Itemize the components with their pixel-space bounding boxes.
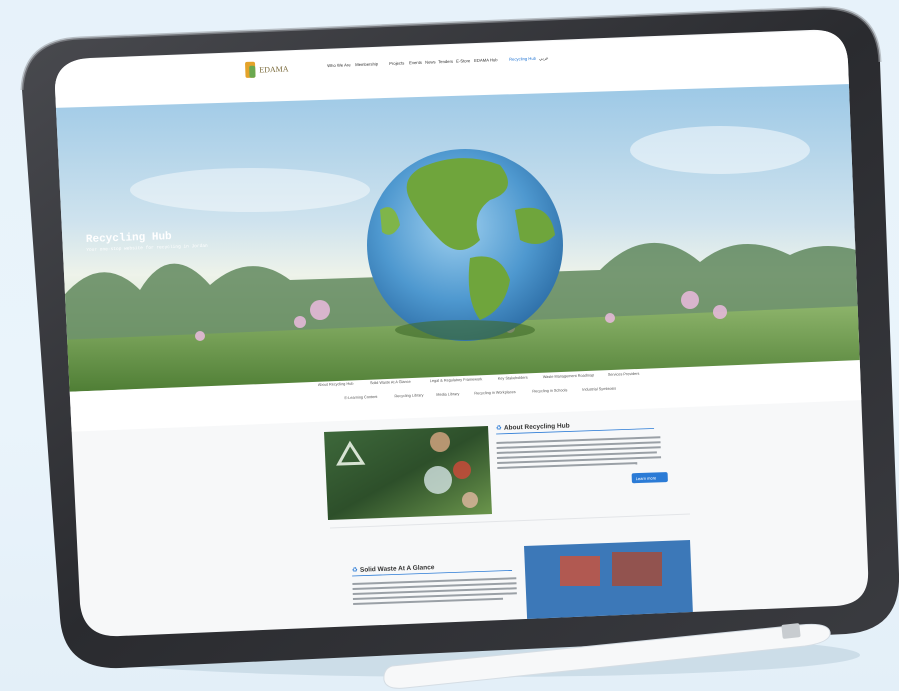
nav-item-edama-hub[interactable]: EDAMA Hub <box>474 57 498 63</box>
nav-item-arabic[interactable]: عربي <box>539 55 549 60</box>
nav-item-news[interactable]: News <box>425 59 436 64</box>
recycle-icon: ♻ <box>496 425 502 432</box>
nav-item-projects[interactable]: Projects <box>389 60 404 66</box>
recycle-icon: ♻ <box>352 567 358 574</box>
globe-illustration <box>367 149 563 341</box>
nav-item-tenders[interactable]: Tenders <box>438 59 453 65</box>
nav-item-events[interactable]: Events <box>409 60 422 65</box>
brand-name[interactable]: EDAMA <box>259 64 289 74</box>
nav-item-who-we-are[interactable]: Who We Are <box>327 62 351 68</box>
nav-item-recycling-hub[interactable]: Recycling Hub <box>509 56 537 62</box>
subnav-media-library[interactable]: Media Library <box>436 392 459 397</box>
tablet-mockup-scene: EDAMA Who We Are Membership Projects Eve… <box>20 6 899 689</box>
learn-more-label: Learn more <box>636 475 657 481</box>
nav-item-e-store[interactable]: E-Store <box>456 58 471 64</box>
nav-item-membership[interactable]: Membership <box>355 61 379 67</box>
tablet-screen: EDAMA Who We Are Membership Projects Eve… <box>55 29 869 637</box>
